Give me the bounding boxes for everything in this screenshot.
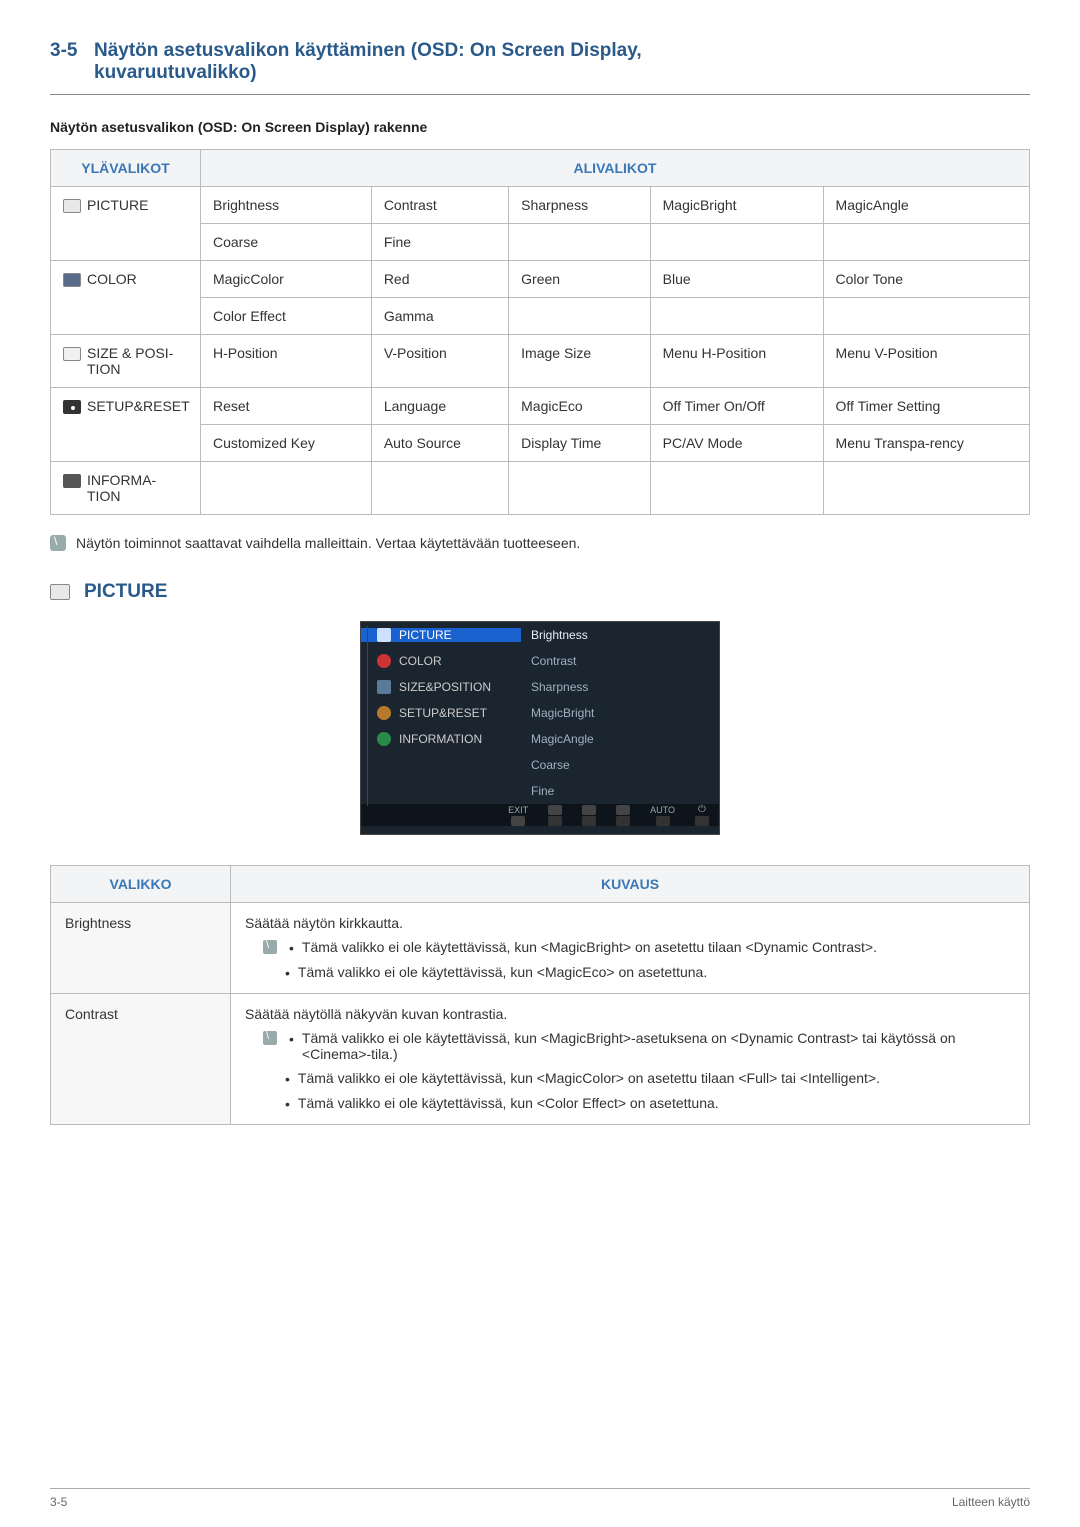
down-arrow-icon [695, 816, 709, 826]
menu-setup-reset: SETUP&RESET [51, 388, 201, 462]
down-arrow-icon [511, 816, 525, 826]
menu-color: COLOR [51, 261, 201, 335]
page-footer: 3-5 Laitteen käyttö [50, 1488, 1030, 1509]
osd-structure-table: YLÄVALIKOT ALIVALIKOT PICTURE Brightness… [50, 149, 1030, 515]
menu-contrast: Contrast [51, 994, 231, 1125]
table-row: Contrast Säätää näytöllä näkyvän kuvan k… [51, 994, 1030, 1125]
down-arrow-icon [582, 816, 596, 826]
subheading: Näytön asetusvalikon (OSD: On Screen Dis… [50, 119, 1030, 135]
info-icon [63, 474, 81, 488]
th-submenu: ALIVALIKOT [201, 150, 1030, 187]
picture-icon [50, 584, 70, 600]
size-icon [63, 347, 81, 361]
down-arrow-icon [548, 805, 562, 815]
nav-auto-label: AUTO [650, 805, 675, 815]
note-icon [50, 535, 66, 551]
section-rule [50, 94, 1030, 95]
up-arrow-icon [582, 805, 596, 815]
size-icon [377, 680, 391, 694]
power-icon: ⏻ [698, 804, 706, 815]
menu-brightness: Brightness [51, 903, 231, 994]
down-arrow-icon [656, 816, 670, 826]
table-row: PICTURE Brightness Contrast Sharpness Ma… [51, 187, 1030, 224]
table-row: Brightness Säätää näytön kirkkautta. •Tä… [51, 903, 1030, 994]
desc-brightness: Säätää näytön kirkkautta. •Tämä valikko … [231, 903, 1030, 994]
th-menu: VALIKKO [51, 866, 231, 903]
desc-contrast: Säätää näytöllä näkyvän kuvan kontrastia… [231, 994, 1030, 1125]
nav-exit-label: EXIT [508, 805, 528, 815]
table-row: INFORMA-TION [51, 462, 1030, 515]
footer-left: 3-5 [50, 1495, 67, 1509]
note-row: Näytön toiminnot saattavat vaihdella mal… [50, 535, 1030, 551]
picture-desc-table: VALIKKO KUVAUS Brightness Säätää näytön … [50, 865, 1030, 1125]
osd-preview: PICTURE Brightness COLOR Contrast SIZE&P… [360, 621, 720, 835]
down-arrow-icon [548, 816, 562, 826]
info-icon [377, 732, 391, 746]
th-desc: KUVAUS [231, 866, 1030, 903]
picture-section-heading: PICTURE [50, 581, 1030, 603]
osd-preview-nav: EXIT AUTO ⏻ [361, 804, 719, 826]
right-arrow-icon [616, 805, 630, 815]
note-icon [263, 1031, 277, 1045]
table-row: SIZE & POSI-TION H-Position V-Position I… [51, 335, 1030, 388]
section-number: 3-5 [50, 40, 94, 84]
down-arrow-icon [616, 816, 630, 826]
picture-icon [63, 199, 81, 213]
setup-icon [63, 400, 81, 414]
note-text: Näytön toiminnot saattavat vaihdella mal… [76, 535, 580, 551]
color-icon [63, 273, 81, 287]
note-icon [263, 940, 277, 954]
setup-icon [377, 706, 391, 720]
menu-size-position: SIZE & POSI-TION [51, 335, 201, 388]
section-title: Näytön asetusvalikon käyttäminen (OSD: O… [94, 40, 642, 84]
footer-right: Laitteen käyttö [952, 1495, 1030, 1509]
table-row: SETUP&RESET Reset Language MagicEco Off … [51, 388, 1030, 425]
color-icon [377, 654, 391, 668]
th-topmenu: YLÄVALIKOT [51, 150, 201, 187]
picture-icon [377, 628, 391, 642]
menu-information: INFORMA-TION [51, 462, 201, 515]
table-row: COLOR MagicColor Red Green Blue Color To… [51, 261, 1030, 298]
menu-picture: PICTURE [51, 187, 201, 261]
